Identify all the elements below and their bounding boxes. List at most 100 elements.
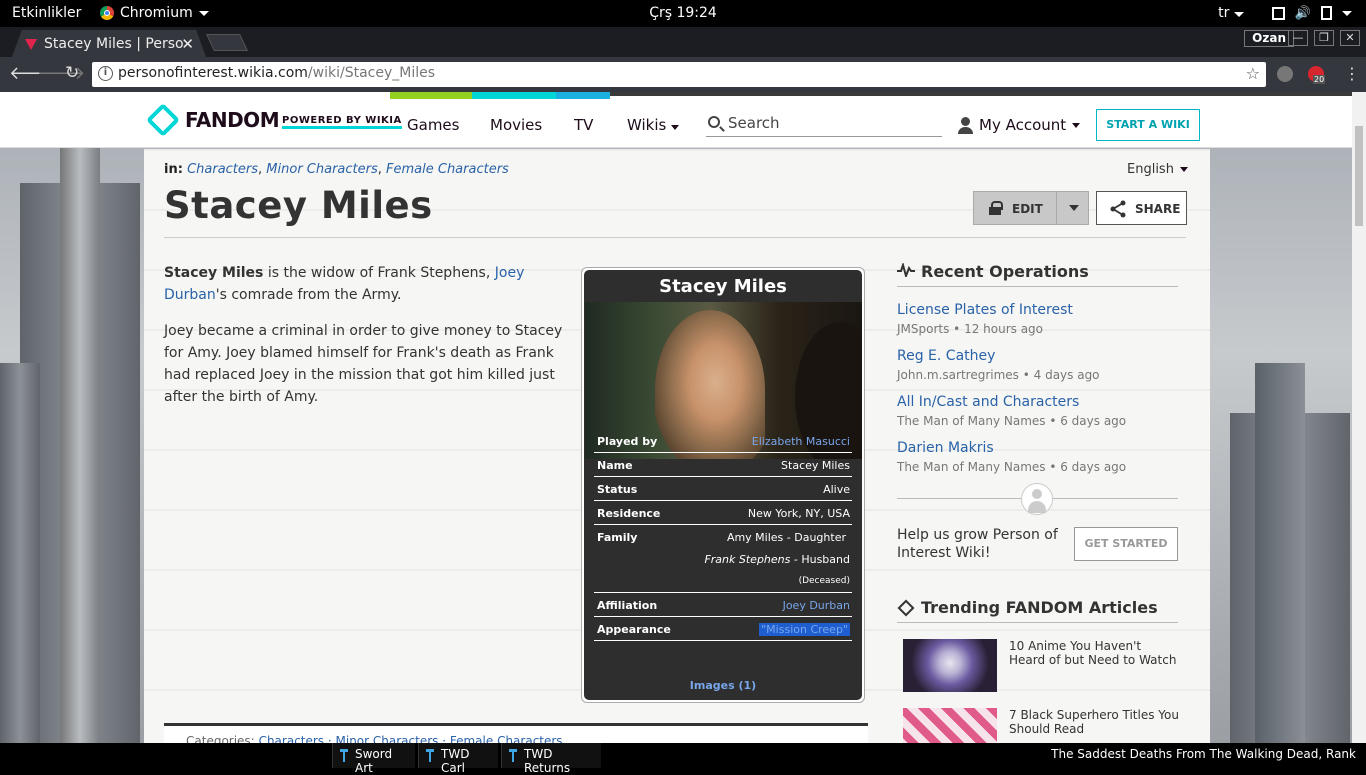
infobox-images-link[interactable]: Images (1) (584, 679, 862, 692)
window-icon (1271, 6, 1285, 20)
category-link[interactable]: Minor Characters (266, 162, 377, 177)
scrollbar-thumb[interactable] (1355, 126, 1363, 226)
search-input[interactable]: Search (706, 110, 942, 137)
recent-operation-link[interactable]: Darien Makris (897, 440, 1187, 456)
trending-article[interactable]: 10 Anime You Haven't Heard of but Need t… (903, 639, 1183, 695)
close-window-button[interactable]: ✕ (1340, 30, 1360, 46)
page-viewport: FANDOM POWERED BY WIKIA Games Movies TV … (0, 92, 1352, 743)
nav-tv[interactable]: TV (574, 116, 593, 134)
address-bar[interactable]: i personofinterest.wikia.com/wiki/Stacey… (92, 62, 1266, 87)
tab-title: Stacey Miles | Perso (44, 36, 184, 52)
extension-badge-icon[interactable]: 20 (1308, 66, 1326, 84)
nav-movies[interactable]: Movies (490, 116, 542, 134)
bookmark-star-icon[interactable]: ☆ (1246, 64, 1260, 83)
edit-dropdown-button[interactable] (1056, 192, 1089, 224)
page-title: Stacey Miles (164, 184, 433, 227)
fandom-heart-icon (897, 599, 915, 616)
category-link[interactable]: Minor Characters (336, 734, 439, 743)
news-ticker[interactable]: The Saddest Deaths From The Walking Dead… (1051, 747, 1356, 761)
trending-article[interactable]: 7 Black Superhero Titles You Should Read (903, 708, 1183, 743)
get-started-button[interactable]: GET STARTED (1074, 527, 1178, 561)
minimize-button[interactable]: — (1288, 30, 1308, 46)
article-thumbnail (903, 639, 997, 692)
pin-icon (340, 749, 348, 762)
infobox-row: Appearance "Mission Creep" (594, 617, 852, 641)
language-selector[interactable]: English (1127, 162, 1188, 177)
pin-icon (509, 749, 517, 762)
start-a-wiki-button[interactable]: START A WIKI (1096, 109, 1200, 141)
fandom-heart-icon (146, 103, 180, 137)
share-button[interactable]: SHARE (1096, 191, 1187, 225)
edit-button[interactable]: EDIT (973, 191, 1089, 225)
recent-operation-link[interactable]: Reg E. Cathey (897, 348, 1187, 364)
battery-icon (1321, 6, 1332, 20)
user-profile-badge[interactable]: Ozan (1244, 30, 1294, 47)
powered-by-wikia[interactable]: POWERED BY WIKIA (282, 115, 402, 129)
infobox-row: Status Alive (594, 477, 852, 501)
browser-tab-strip: Stacey Miles | Perso ✕ Ozan — ❐ ✕ (0, 27, 1366, 57)
wikia-favicon-icon (25, 39, 37, 50)
new-tab-button[interactable] (206, 34, 248, 51)
affiliation-link[interactable]: Joey Durban (783, 599, 850, 612)
character-infobox: Stacey Miles Played by Elizabeth Masucci … (581, 267, 865, 703)
recent-operation-link[interactable]: All In/Cast and Characters (897, 394, 1187, 410)
search-placeholder: Search (728, 114, 780, 132)
share-icon (1110, 200, 1126, 218)
extension-icon[interactable] (1277, 66, 1293, 82)
infobox-row: Affiliation Joey Durban (594, 593, 852, 617)
actor-link[interactable]: Elizabeth Masucci (752, 435, 850, 448)
fandom-global-nav: FANDOM POWERED BY WIKIA Games Movies TV … (0, 92, 1352, 148)
system-tray[interactable]: tr 🔊 (1218, 5, 1352, 21)
category-link[interactable]: Female Characters (450, 734, 563, 743)
pin-icon (426, 749, 434, 762)
bottom-taskbar: Sword Art TWD Carl TWD Returns The Sadde… (0, 743, 1366, 775)
category-link[interactable]: Characters (187, 162, 258, 177)
maximize-button[interactable]: ❐ (1314, 30, 1334, 46)
nav-wikis[interactable]: Wikis (627, 116, 680, 134)
recent-operation-item: License Plates of Interest JMSports • 12 … (897, 302, 1187, 337)
chevron-down-icon (671, 125, 680, 130)
user-icon (958, 116, 973, 134)
my-account-menu[interactable]: My Account (958, 116, 1081, 134)
skyline-background (1255, 363, 1305, 743)
article-paragraph: Joey became a criminal in order to give … (164, 323, 563, 405)
infobox-row: Name Stacey Miles (594, 453, 852, 477)
taskbar-item[interactable]: TWD Returns (501, 743, 601, 775)
taskbar-item[interactable]: Sword Art (332, 743, 415, 775)
menu-icon[interactable]: ⋮ (1344, 64, 1360, 83)
chevron-down-icon (1233, 12, 1244, 17)
divider (164, 237, 1186, 238)
activity-icon (897, 261, 915, 281)
categories-footer: Categories: Characters · Minor Character… (164, 723, 868, 743)
grow-wiki-text: Help us grow Person of Interest Wiki! (897, 527, 1058, 561)
system-top-bar: Etkinlikler Chromium Çrş 19:24 tr 🔊 (0, 0, 1366, 27)
page-scrollbar[interactable] (1352, 92, 1366, 743)
taskbar-item[interactable]: TWD Carl (418, 743, 498, 775)
browser-tab[interactable]: Stacey Miles | Perso ✕ (12, 30, 206, 57)
info-icon[interactable]: i (98, 66, 113, 81)
keyboard-layout[interactable]: tr (1218, 5, 1244, 21)
category-link[interactable]: Female Characters (386, 162, 509, 177)
category-breadcrumb: in: Characters, Minor Characters, Female… (164, 162, 509, 177)
divider (897, 286, 1178, 287)
divider (897, 622, 1178, 623)
close-icon[interactable]: ✕ (181, 35, 194, 53)
url-path: /wiki/Stacey_Miles (307, 65, 436, 81)
nav-games[interactable]: Games (407, 116, 459, 134)
article-paragraph: Stacey Miles is the widow of Frank Steph… (164, 265, 525, 303)
fandom-logo[interactable]: FANDOM (146, 103, 280, 137)
volume-icon: 🔊 (1294, 5, 1311, 21)
reload-button[interactable]: ↻ (65, 63, 79, 83)
recent-operations-header: Recent Operations (897, 261, 1178, 281)
recent-operation-link[interactable]: License Plates of Interest (897, 302, 1187, 318)
chevron-down-icon (1069, 205, 1079, 211)
browser-toolbar: 🡐 🡒 ↻ i personofinterest.wikia.com/wiki/… (0, 57, 1366, 92)
system-clock[interactable]: Çrş 19:24 (0, 5, 1366, 21)
appearance-link[interactable]: "Mission Creep" (759, 623, 850, 636)
article-thumbnail (903, 708, 997, 743)
chevron-down-icon (1072, 122, 1081, 128)
skyline-background (60, 143, 100, 743)
infobox-row: Played by Elizabeth Masucci (594, 429, 852, 453)
category-link[interactable]: Characters (259, 734, 325, 743)
chevron-down-icon (1179, 167, 1188, 172)
